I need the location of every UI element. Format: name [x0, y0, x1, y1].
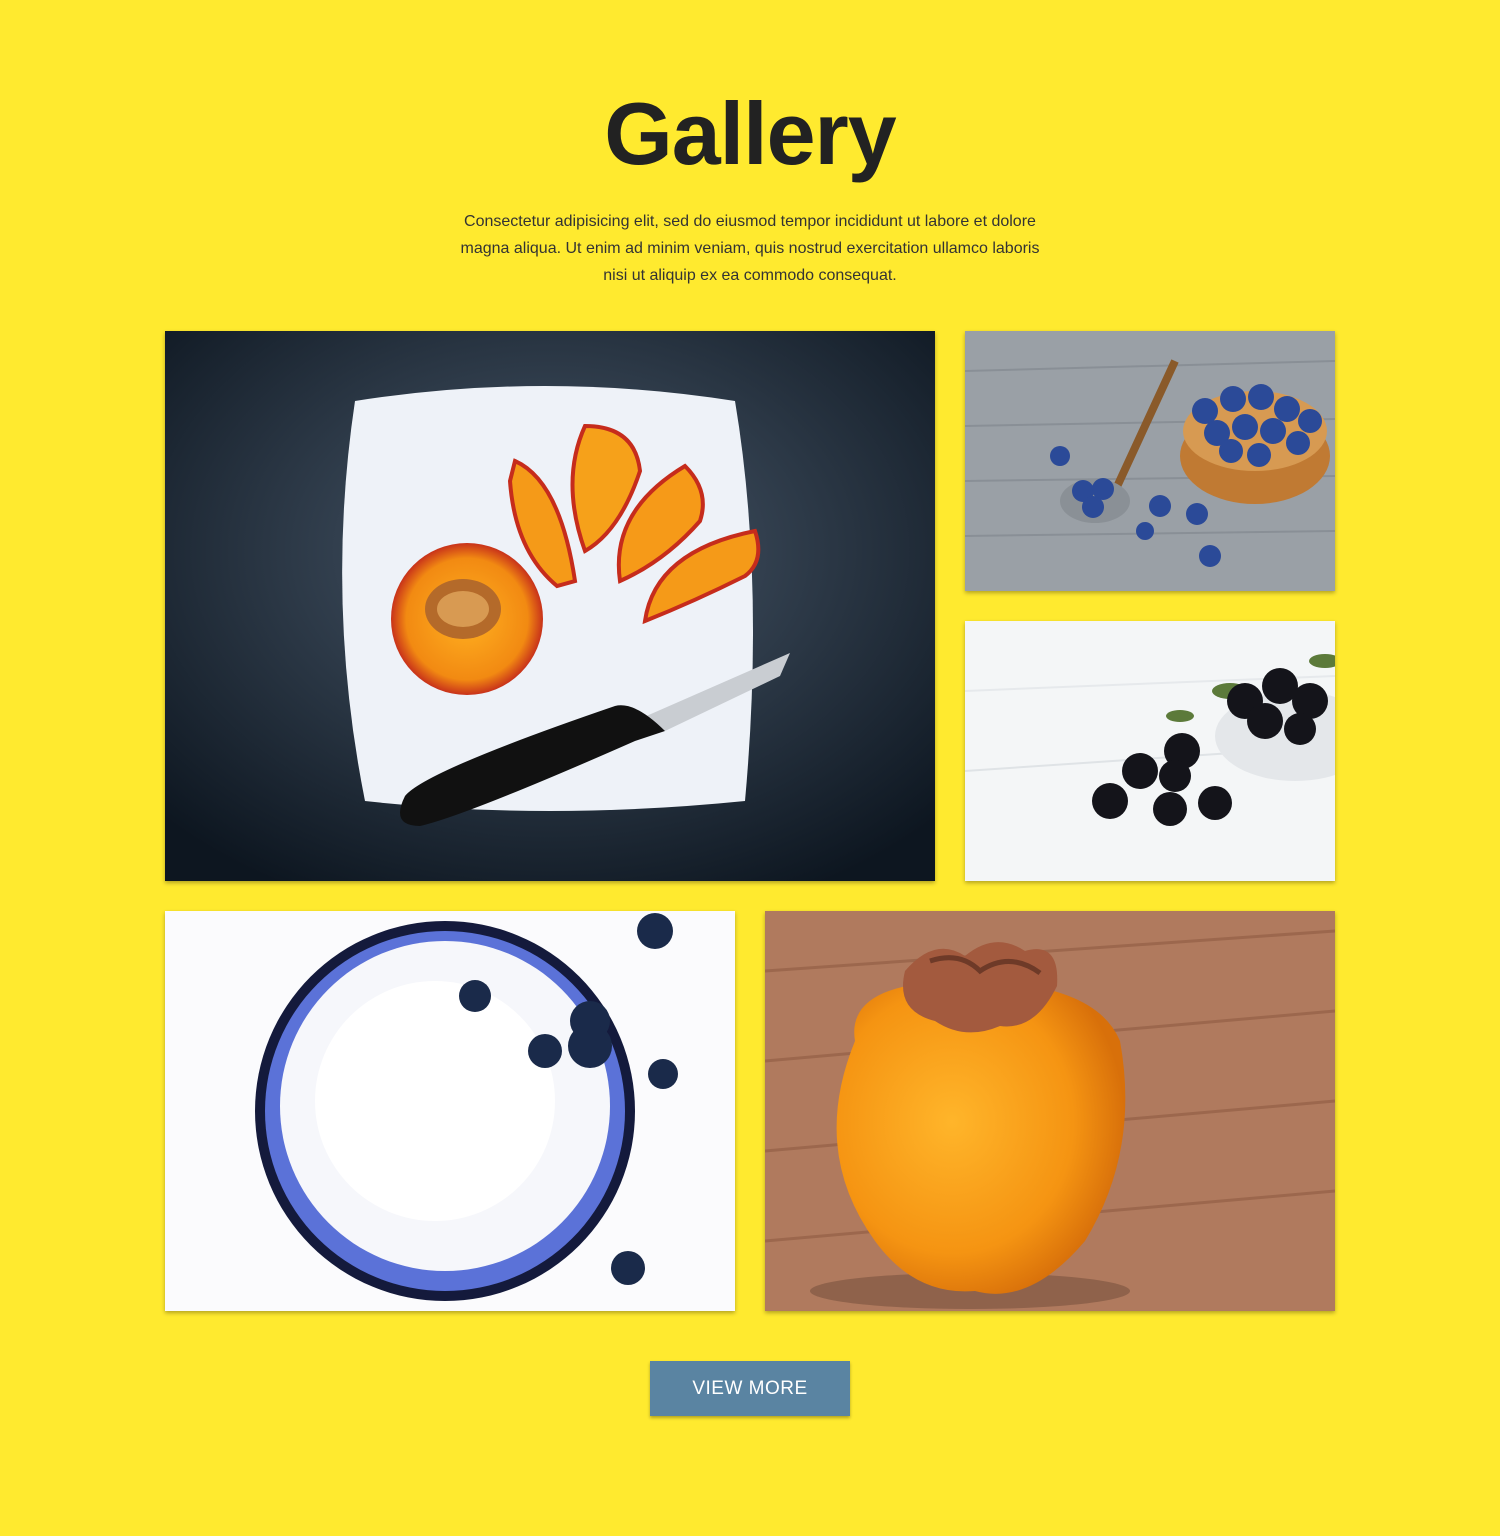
persimmon-photo [765, 911, 1335, 1311]
gallery-description: Consectetur adipisicing elit, sed do eiu… [460, 213, 1040, 284]
gallery-title: Gallery [604, 84, 896, 183]
gallery-image-persimmon[interactable] [765, 911, 1335, 1311]
gallery-image-milk-blueberries[interactable] [165, 911, 735, 1311]
gallery-image-blueberries[interactable] [965, 331, 1335, 591]
view-more-button[interactable]: VIEW MORE [650, 1361, 850, 1416]
gallery-image-peach[interactable] [165, 331, 935, 881]
blackberries-photo [965, 621, 1335, 881]
gallery-image-blackberries[interactable] [965, 621, 1335, 881]
peach-photo [165, 331, 935, 881]
milk-photo [165, 911, 735, 1311]
blueberries-photo [965, 331, 1335, 591]
